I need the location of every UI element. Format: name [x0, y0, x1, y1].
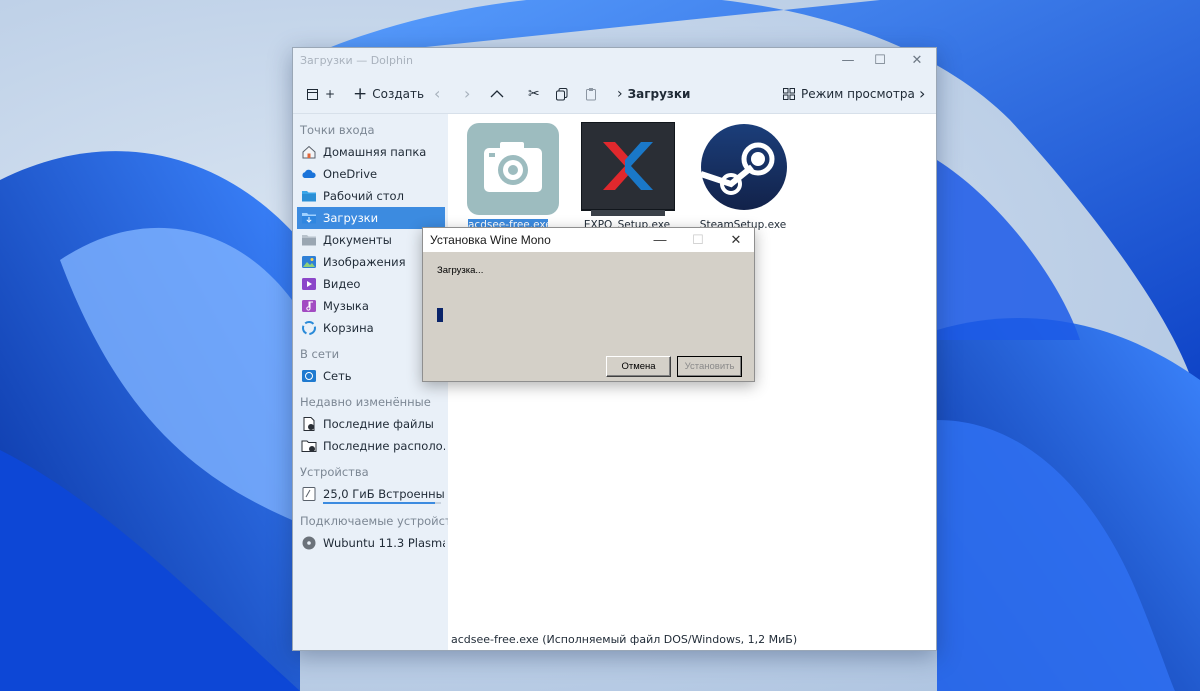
minimize-button[interactable]: —: [831, 51, 865, 71]
sidebar-item-desktop[interactable]: Рабочий стол: [297, 185, 445, 207]
sidebar-item-label: 25,0 ГиБ Встроенны...: [323, 487, 445, 501]
cloud-icon: [301, 166, 317, 182]
sidebar-item-label: Сеть: [323, 369, 352, 383]
sidebar-item-label: Изображения: [323, 255, 406, 269]
maximize-button: ☐: [692, 232, 704, 247]
progress-fill: [437, 308, 443, 322]
create-button[interactable]: + Создать: [353, 84, 424, 104]
file-name: acdsee-free.exe: [468, 219, 548, 227]
copy-icon: [556, 88, 568, 101]
recent-files-icon: [301, 416, 317, 432]
toolbar: + + Создать ‹ › ✂ › Загрузки Режим просм…: [293, 75, 936, 114]
status-bar: acdsee-free.exe (Исполняемый файл DOS/Wi…: [451, 633, 798, 646]
section-recent: Недавно изменённые: [300, 395, 431, 409]
section-entry-points: Точки входа: [300, 123, 375, 137]
file-item[interactable]: SteamSetup.exe: [693, 122, 793, 232]
sidebar-item-label: Wubuntu 11.3 Plasma: [323, 536, 445, 550]
section-network: В сети: [300, 347, 340, 361]
chevron-right-icon: ›: [919, 84, 926, 103]
drive-usage-bar: [323, 502, 441, 504]
sidebar-item-label: Последние располо...: [323, 439, 445, 453]
documents-folder-icon: [301, 232, 317, 248]
file-view[interactable]: acdsee-free.exe EXPO_Setup.exe SteamSetu…: [448, 114, 936, 650]
dialog-title-bar: Установка Wine Mono — ☐ ✕: [423, 228, 754, 252]
breadcrumb-separator-icon: ›: [617, 86, 623, 102]
paste-button[interactable]: [584, 84, 598, 104]
desktop-folder-icon: [301, 188, 317, 204]
more-toolbar-button[interactable]: ›: [919, 84, 925, 104]
breadcrumb[interactable]: › Загрузки: [617, 84, 690, 104]
music-icon: [301, 298, 317, 314]
drive-usage-fill: [323, 502, 436, 504]
sidebar-item-label: Музыка: [323, 299, 369, 313]
sidebar-item-internal-drive[interactable]: 25,0 ГиБ Встроенны...: [297, 483, 445, 505]
sidebar-item-optical-disc[interactable]: Wubuntu 11.3 Plasma: [297, 532, 445, 554]
create-label: Создать: [372, 87, 425, 101]
expo-x-icon: [580, 121, 676, 216]
sidebar-item-label: Домашняя папка: [323, 145, 427, 159]
downloads-folder-icon: [301, 210, 317, 226]
sidebar-item-label: Рабочий стол: [323, 189, 404, 203]
drive-icon: [301, 486, 317, 502]
view-mode-label: Режим просмотра: [801, 87, 915, 101]
home-icon: [301, 144, 317, 160]
cut-button[interactable]: ✂: [528, 84, 540, 104]
forward-button[interactable]: ›: [464, 84, 470, 104]
grid-view-icon: [783, 88, 795, 100]
new-tab-label: +: [325, 87, 336, 101]
back-button[interactable]: ‹: [434, 84, 440, 104]
pictures-icon: [301, 254, 317, 270]
acdsee-camera-icon: [466, 122, 560, 216]
scissors-icon: ✂: [528, 86, 540, 102]
minimize-button[interactable]: —: [646, 230, 674, 250]
copy-button[interactable]: [555, 84, 569, 104]
steam-icon: [697, 122, 791, 216]
sidebar-item-home[interactable]: Домашняя папка: [297, 141, 445, 163]
sidebar-item-label: Загрузки: [323, 211, 379, 225]
download-status-text: Загрузка...: [437, 265, 484, 276]
title-bar: Загрузки — Dolphin — ☐ ✕: [293, 48, 936, 75]
sidebar-item-label: OneDrive: [323, 167, 378, 181]
sidebar-item-label: Последние файлы: [323, 417, 434, 431]
sidebar-item-recent-locations[interactable]: Последние располо...: [297, 435, 445, 457]
sidebar-item-recent-files[interactable]: Последние файлы: [297, 413, 445, 435]
install-button[interactable]: Установить: [677, 356, 742, 377]
maximize-button[interactable]: ☐: [863, 51, 897, 71]
wine-mono-dialog: Установка Wine Mono — ☐ ✕ Загрузка... От…: [422, 227, 755, 382]
video-icon: [301, 276, 317, 292]
sidebar-item-label: Корзина: [323, 321, 374, 335]
chevron-up-icon: [490, 90, 504, 98]
places-panel: Точки входа Домашняя папка OneDrive Рабо…: [293, 114, 463, 650]
cancel-button[interactable]: Отмена: [606, 356, 671, 377]
sidebar-item-downloads[interactable]: Загрузки: [297, 207, 445, 229]
close-button[interactable]: ✕: [900, 51, 934, 71]
file-item[interactable]: acdsee-free.exe: [462, 122, 562, 232]
plus-icon: +: [353, 84, 368, 104]
download-progress-bar: [437, 308, 587, 322]
section-removable: Подключаемые устройст...: [300, 514, 463, 528]
breadcrumb-current: Загрузки: [627, 87, 691, 101]
section-devices: Устройства: [300, 465, 369, 479]
sidebar-item-label: Видео: [323, 277, 361, 291]
recent-locations-icon: [301, 438, 317, 454]
new-tab-button[interactable]: +: [306, 84, 335, 104]
window-title: Загрузки — Dolphin: [300, 54, 413, 67]
file-item[interactable]: EXPO_Setup.exe: [577, 121, 677, 232]
sidebar-item-onedrive[interactable]: OneDrive: [297, 163, 445, 185]
view-mode-button[interactable]: Режим просмотра: [782, 84, 915, 104]
close-button[interactable]: ✕: [722, 230, 750, 250]
optical-disc-icon: [301, 535, 317, 551]
clipboard-icon: [586, 88, 596, 101]
dialog-title: Установка Wine Mono: [430, 233, 551, 247]
network-icon: [301, 368, 317, 384]
sidebar-item-label: Документы: [323, 233, 392, 247]
chevron-right-icon: ›: [464, 84, 471, 103]
up-button[interactable]: [490, 84, 504, 104]
trash-icon: [301, 320, 317, 336]
chevron-left-icon: ‹: [434, 84, 441, 103]
new-tab-icon: [307, 89, 318, 100]
file-name: EXPO_Setup.exe: [583, 219, 671, 227]
